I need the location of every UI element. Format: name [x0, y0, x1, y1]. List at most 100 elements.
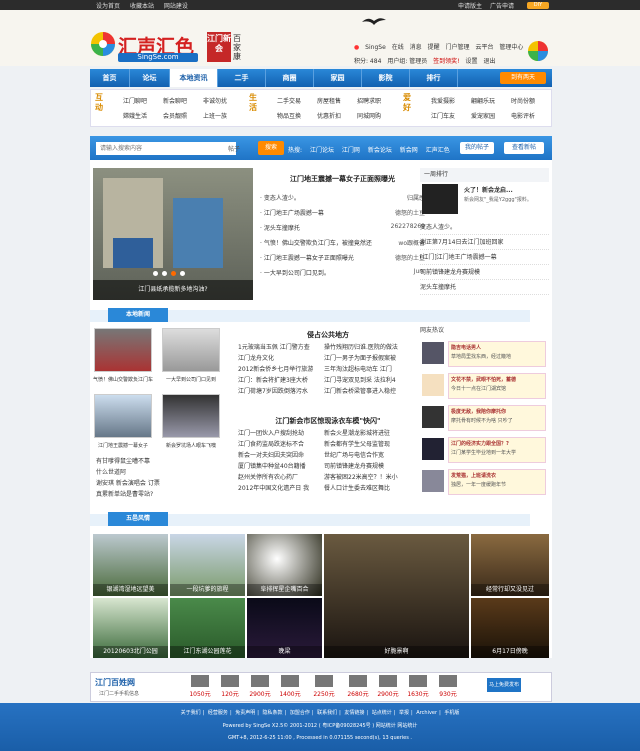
search-button[interactable]: 搜索	[258, 141, 284, 155]
ad-product[interactable]: 1630元	[405, 675, 431, 698]
list-item[interactable]: 司前镇锋建龙舟赛规模	[324, 461, 398, 472]
news-item[interactable]: · 江门地王震撼一幕女子正面照曝光 德怒的土豆	[260, 253, 425, 268]
slider-caption[interactable]: 江门县纸承揽新多地沟油?	[93, 280, 253, 300]
news-thumb[interactable]	[162, 394, 220, 438]
footer-link[interactable]: 加盟合作	[290, 710, 310, 716]
footer-link[interactable]: 关于我们	[181, 710, 201, 716]
ad-post-button[interactable]: 马上免费发布	[487, 678, 521, 692]
list-item[interactable]: 新会一对夫妇因夫突因命	[238, 450, 309, 461]
list-item[interactable]: 2012年中国文化遗产日 我	[238, 483, 309, 494]
subnav-item[interactable]: 会员靓照	[163, 111, 187, 120]
nav-ranking[interactable]: 排行	[410, 69, 458, 87]
search-category-select[interactable]: 帖子	[228, 144, 240, 153]
checkin-link[interactable]: 签到领奖!	[433, 58, 459, 65]
ranking-item[interactable]: 司前镇锋建龙舟赛规模	[420, 265, 549, 280]
subnav-item[interactable]: 江门聊吧	[123, 96, 147, 105]
ad-product[interactable]: 120元	[217, 675, 243, 698]
settings-link[interactable]: 设置	[466, 58, 478, 65]
subnav-item[interactable]: 招聘求职	[357, 96, 381, 105]
set-home-link[interactable]: 设为首页	[96, 3, 120, 10]
news-item[interactable]: · 变态人渣少。 归属感	[260, 193, 425, 208]
gallery-tab[interactable]: 五邑风情	[108, 512, 168, 526]
list-item[interactable]: 江门寻宠双见到采 法拉利4	[324, 375, 398, 386]
list-item[interactable]: 江门食药监局跌迷标不合	[238, 439, 309, 450]
subnav-item[interactable]: 上班一族	[203, 111, 227, 120]
nav-home-garden[interactable]: 家园	[314, 69, 362, 87]
list-item[interactable]: 新会都有学生父母监管现	[324, 439, 398, 450]
ranking-item[interactable]: [江门]江门地王广场震撼一幕	[420, 250, 549, 265]
news-item[interactable]: · 泥头车撞摩托 262278269	[260, 223, 425, 238]
footer-link[interactable]: 手机版	[444, 710, 459, 716]
hot-search-link[interactable]: 江门论坛	[310, 147, 334, 154]
news-thumb[interactable]	[162, 328, 220, 372]
ad-apply-link[interactable]: 广告申请	[490, 3, 514, 10]
nav-local-news[interactable]: 本地资讯	[170, 69, 218, 87]
points-link[interactable]: 积分: 484	[354, 58, 381, 65]
gallery-photo[interactable]: 20120603北门公园	[93, 598, 168, 658]
ranking-top-card[interactable]: 火了！新会龙启... 新会网友"_我是Y2ggg"报料。	[420, 182, 549, 220]
footer-link[interactable]: 经营服务	[208, 710, 228, 716]
user-avatar[interactable]	[527, 40, 549, 62]
nav-second-hand[interactable]: 二手	[218, 69, 266, 87]
list-item[interactable]: 三年淘汰超标电动车 江门	[324, 364, 398, 375]
list-item[interactable]: 江门一团伙入户搜刮抢劫	[238, 428, 309, 439]
daily-checkin-button[interactable]: 到有两天	[500, 72, 546, 84]
local-news-tab[interactable]: 本地新闻	[108, 308, 168, 322]
ad-product[interactable]: 1400元	[277, 675, 303, 698]
gallery-photo[interactable]: 江门东湖公园莲花	[170, 598, 245, 658]
online-status[interactable]: 在线	[392, 44, 404, 51]
ranking-item[interactable]: 谢正第7月14日去江门加班回家	[420, 235, 549, 250]
portal-admin-link[interactable]: 门户管理	[446, 44, 470, 51]
news-thumb[interactable]	[94, 328, 152, 372]
list-item[interactable]: 游客被困22米高空？！米小	[324, 472, 398, 483]
subnav-item[interactable]: 我爱摄影	[431, 96, 455, 105]
forum-hot-item[interactable]: 文花不禁，武眼不怕死，蓄德 今日十一点在江门湖宾馆	[420, 372, 548, 402]
list-item[interactable]: 江门一男子为面子报假案被	[324, 353, 398, 364]
nav-forum[interactable]: 论坛	[130, 69, 170, 87]
list-item[interactable]: 餐人口计生委去难区舞比	[324, 483, 398, 494]
hot-search-link[interactable]: 江门网	[342, 147, 360, 154]
ad-logo[interactable]: 江门百姓网	[95, 677, 135, 688]
footer-link[interactable]: 隐私条款	[263, 710, 283, 716]
ad-product[interactable]: 2250元	[311, 675, 337, 698]
ad-strip[interactable]: 江门百姓网 江门二手手机信息 1050元 120元 2900元 1400元 22…	[90, 672, 552, 702]
forum-hot-item[interactable]: 江门的经济实力跟全国？? 江门某学生毕业地到一年大学	[420, 436, 548, 466]
hot-search-link[interactable]: 新会网	[400, 147, 418, 154]
footer-link[interactable]: 友情链接	[344, 710, 364, 716]
footer-link[interactable]: 免责声明	[235, 710, 255, 716]
slider-dots[interactable]	[153, 270, 189, 278]
ad-product[interactable]: 2900元	[247, 675, 273, 698]
news-item[interactable]: · 江门地王广场震撼一幕 德怒的土豆	[260, 208, 425, 223]
list-item[interactable]: 江门：新会将扩建3座大桥	[238, 375, 313, 386]
my-posts-button[interactable]: 我的帖子	[460, 142, 494, 154]
nav-home[interactable]: 首页	[90, 69, 130, 87]
news-thumb[interactable]	[94, 394, 152, 438]
forum-hot-item[interactable]: 发荒猫，上班请洗衣 独居，一年一度缓跑年节	[420, 468, 548, 498]
list-item[interactable]: 江门荷塘7岁因跌倒落污水	[238, 386, 313, 397]
footer-link[interactable]: 举报	[399, 710, 409, 716]
subnav-item[interactable]: 二手交易	[277, 96, 301, 105]
hot-search-link[interactable]: 新会论坛	[368, 147, 392, 154]
local-column-title[interactable]: 侵占公共地方	[238, 330, 418, 340]
ad-product[interactable]: 2900元	[375, 675, 401, 698]
subnav-item[interactable]: 物品互换	[277, 111, 301, 120]
gallery-photo[interactable]: 一段坑爹的旅程	[170, 534, 245, 596]
top-headline[interactable]: 江门地王震撼一幕女子正面照曝光	[260, 174, 425, 184]
cloud-platform-link[interactable]: 云平台	[475, 44, 493, 51]
diy-button[interactable]: DIY	[527, 2, 549, 9]
list-item[interactable]: 1元玻璃当玉佩 江门警方查	[238, 342, 313, 353]
news-thumb-caption[interactable]: 新会罗坑场人眼车飞噢	[158, 442, 224, 449]
admin-center-link[interactable]: 管理中心	[499, 44, 523, 51]
list-item[interactable]: 世纪广场与电信合作宽	[324, 450, 398, 461]
site-build-link[interactable]: 网站建设	[164, 3, 188, 10]
apply-moderator-link[interactable]: 申请版主	[458, 3, 482, 10]
search-input[interactable]	[96, 142, 236, 155]
list-item[interactable]: 有甘嗲得鼠尘嘈不靠	[96, 456, 160, 467]
nav-business[interactable]: 商圈	[266, 69, 314, 87]
subnav-item[interactable]: 电影评析	[511, 111, 535, 120]
gallery-photo[interactable]: 好脆景啊	[324, 534, 469, 658]
list-item[interactable]: 2012新会侨乡七月举行旅游	[238, 364, 313, 375]
list-item[interactable]: 江门龙舟文化	[238, 353, 313, 364]
list-item[interactable]: 什么世道阿	[96, 467, 160, 478]
news-item[interactable]: · 一大早到公司门口见到。 Jun.	[260, 268, 425, 283]
